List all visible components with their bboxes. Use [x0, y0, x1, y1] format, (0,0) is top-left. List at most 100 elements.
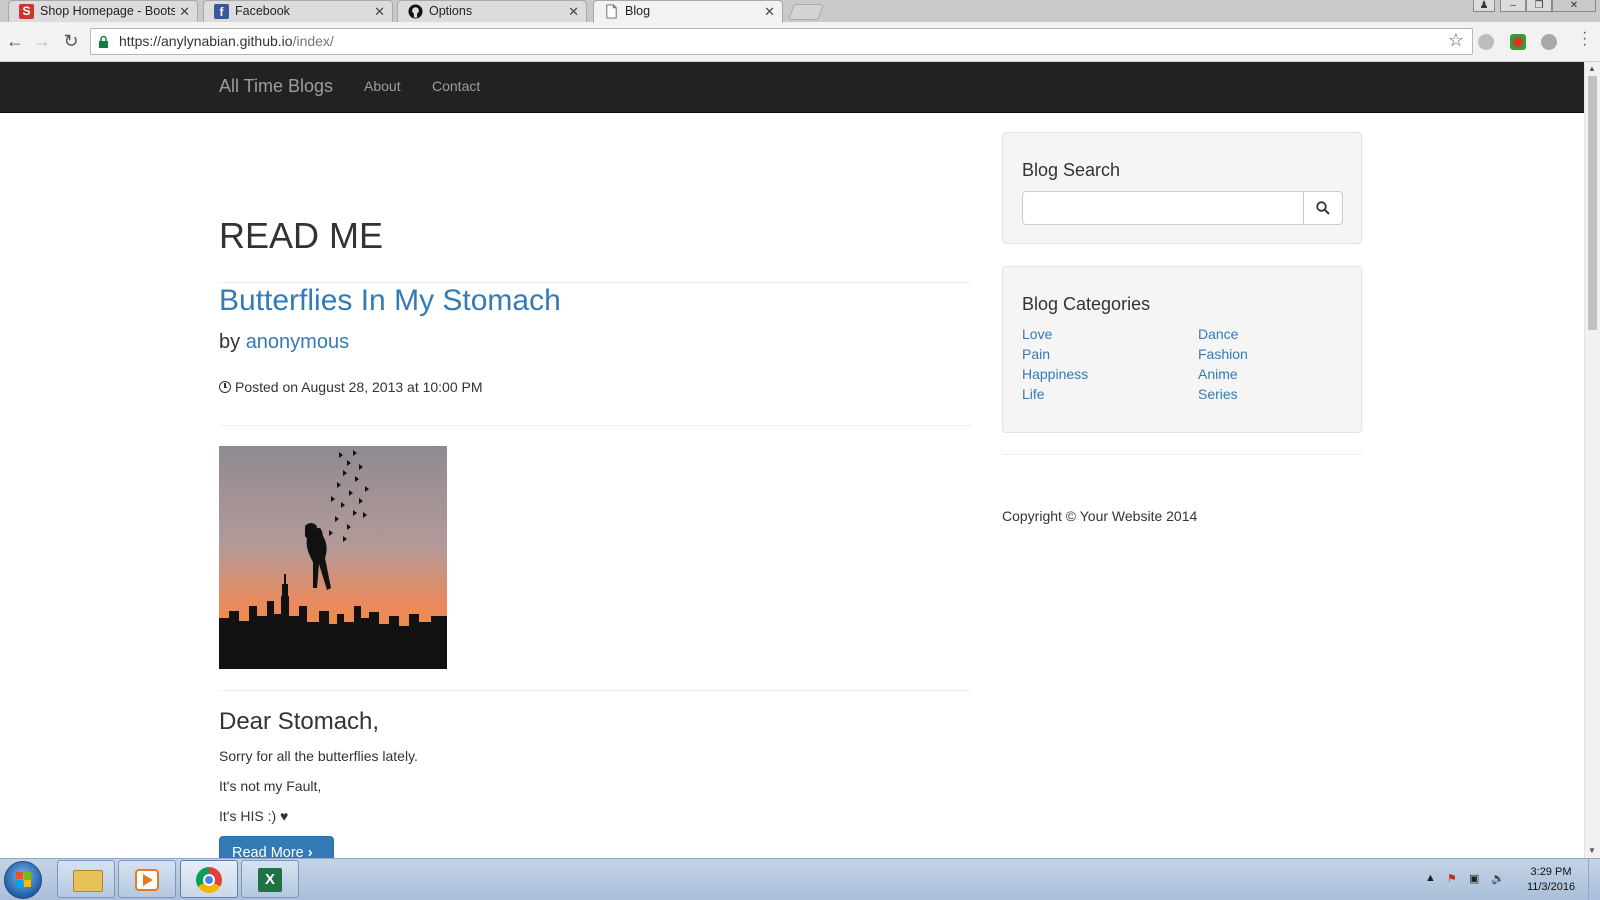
author-link[interactable]: anonymous — [246, 331, 349, 353]
show-hidden-icons-icon[interactable]: ▲ — [1425, 872, 1436, 884]
post-greeting: Dear Stomach, — [219, 708, 380, 735]
action-center-icon[interactable]: ⚑ — [1447, 872, 1457, 885]
heart-icon: ♥ — [280, 808, 289, 824]
category-link-life[interactable]: Life — [1022, 386, 1045, 402]
reload-icon[interactable]: ↻ — [60, 30, 82, 52]
category-link-dance[interactable]: Dance — [1198, 326, 1238, 342]
minimize-button[interactable]: – — [1500, 0, 1526, 12]
url-path: /index/ — [292, 33, 334, 49]
search-panel: Blog Search — [1002, 132, 1362, 244]
navbar-brand[interactable]: All Time Blogs — [219, 76, 333, 97]
close-tab-icon[interactable]: ✕ — [764, 1, 775, 22]
search-input[interactable] — [1022, 191, 1304, 225]
divider — [219, 282, 971, 283]
search-icon — [1316, 201, 1330, 215]
extension-icon[interactable] — [1510, 34, 1526, 50]
browser-toolbar: ← → ↻ https://anylynabian.github.io/inde… — [0, 22, 1600, 62]
post-image — [219, 446, 447, 669]
post-paragraph-line: It's HIS :) ♥ — [219, 808, 288, 824]
categories-panel: Blog Categories Love Pain Happiness Life… — [1002, 266, 1362, 433]
category-link-fashion[interactable]: Fashion — [1198, 346, 1248, 362]
tab-title: Blog — [625, 4, 651, 18]
taskbar-excel[interactable]: X — [241, 860, 299, 898]
tab-shop-homepage[interactable]: S Shop Homepage - Boots ✕ — [8, 0, 198, 22]
taskbar: X ▲ ⚑ ▣ 🔊 3:29 PM 11/3/2016 — [0, 858, 1600, 900]
read-more-button[interactable]: Read More › — [219, 836, 334, 858]
network-icon[interactable]: ▣ — [1469, 872, 1479, 885]
categories-panel-title: Blog Categories — [1022, 294, 1151, 314]
extension-icon[interactable] — [1541, 34, 1557, 50]
nav-link-about[interactable]: About — [364, 78, 401, 94]
system-clock[interactable]: 3:29 PM 11/3/2016 — [1520, 865, 1582, 895]
bookmark-star-icon[interactable]: ☆ — [1448, 30, 1464, 51]
taskbar-explorer[interactable] — [57, 860, 115, 898]
taskbar-media-player[interactable] — [118, 860, 176, 898]
category-link-pain[interactable]: Pain — [1022, 346, 1050, 362]
nav-link-contact[interactable]: Contact — [432, 78, 480, 94]
excel-icon: X — [258, 868, 282, 892]
page-icon — [604, 4, 619, 19]
forward-arrow-icon[interactable]: → — [31, 30, 53, 52]
start-button[interactable] — [4, 861, 42, 899]
restore-button[interactable]: ❐ — [1526, 0, 1552, 12]
clock-icon — [219, 381, 231, 393]
close-tab-icon[interactable]: ✕ — [568, 1, 579, 22]
scroll-down-icon[interactable]: ▼ — [1588, 846, 1596, 855]
tab-facebook[interactable]: f Facebook ✕ — [203, 0, 393, 22]
tab-strip: S Shop Homepage - Boots ✕ f Facebook ✕ O… — [0, 0, 1600, 23]
byline-prefix: by — [219, 331, 241, 353]
letter-s-icon: S — [19, 4, 34, 19]
footer-copyright: Copyright © Your Website 2014 — [1002, 508, 1198, 524]
post-byline: by anonymous — [219, 331, 349, 354]
folder-icon — [73, 870, 103, 892]
read-more-label: Read More — [232, 845, 304, 858]
lock-icon — [99, 35, 108, 48]
chrome-icon — [196, 867, 222, 893]
posted-text: Posted on August 28, 2013 at 10:00 PM — [235, 379, 483, 395]
tab-options[interactable]: Options ✕ — [397, 0, 587, 22]
tab-blog[interactable]: Blog ✕ — [593, 0, 783, 23]
clock-date: 11/3/2016 — [1526, 881, 1576, 893]
post-paragraph: It's HIS :) — [219, 808, 277, 824]
extension-icon[interactable] — [1478, 34, 1494, 50]
new-tab-button[interactable] — [788, 4, 824, 20]
page-heading: READ ME — [219, 215, 384, 256]
tab-title: Options — [429, 4, 473, 18]
post-paragraph: It's not my Fault, — [219, 778, 322, 794]
category-link-love[interactable]: Love — [1022, 326, 1052, 342]
category-link-anime[interactable]: Anime — [1198, 366, 1238, 382]
post-title-link[interactable]: Butterflies In My Stomach — [219, 284, 561, 318]
post-date: Posted on August 28, 2013 at 10:00 PM — [219, 379, 483, 395]
scroll-up-icon[interactable]: ▲ — [1588, 64, 1596, 73]
github-icon — [408, 4, 423, 19]
taskbar-chrome[interactable] — [180, 860, 238, 898]
volume-icon[interactable]: 🔊 — [1491, 872, 1505, 885]
chevron-right-icon: › — [307, 845, 313, 858]
site-navbar: All Time Blogs About Contact — [0, 62, 1584, 113]
scrollbar-thumb[interactable] — [1588, 76, 1597, 330]
address-bar[interactable]: https://anylynabian.github.io/index/ ☆ — [90, 28, 1473, 55]
url-host: https://anylynabian.github.io — [119, 33, 293, 49]
menu-dots-icon[interactable]: · · · — [1582, 25, 1594, 53]
tab-title: Shop Homepage - Boots — [40, 4, 175, 18]
tab-title: Facebook — [235, 4, 290, 18]
close-tab-icon[interactable]: ✕ — [179, 1, 190, 22]
post-paragraph: Sorry for all the butterflies lately. — [219, 748, 418, 764]
category-link-series[interactable]: Series — [1198, 386, 1238, 402]
search-button[interactable] — [1303, 191, 1343, 225]
divider — [219, 425, 971, 426]
divider — [1002, 454, 1362, 455]
clock-time: 3:29 PM — [1530, 866, 1572, 878]
close-tab-icon[interactable]: ✕ — [374, 1, 385, 22]
facebook-icon: f — [214, 4, 229, 19]
back-arrow-icon[interactable]: ← — [4, 30, 26, 52]
show-desktop-button[interactable] — [1588, 859, 1600, 900]
close-window-button[interactable]: ✕ — [1552, 0, 1596, 12]
vertical-scrollbar[interactable]: ▲ ▼ — [1584, 62, 1600, 858]
media-player-icon — [135, 869, 159, 891]
page-viewport: All Time Blogs About Contact READ ME But… — [0, 62, 1584, 858]
category-link-happiness[interactable]: Happiness — [1022, 366, 1088, 382]
url-text: https://anylynabian.github.io/index/ — [119, 33, 334, 49]
search-panel-title: Blog Search — [1022, 160, 1121, 180]
user-profile-icon[interactable]: ♟ — [1473, 0, 1495, 12]
